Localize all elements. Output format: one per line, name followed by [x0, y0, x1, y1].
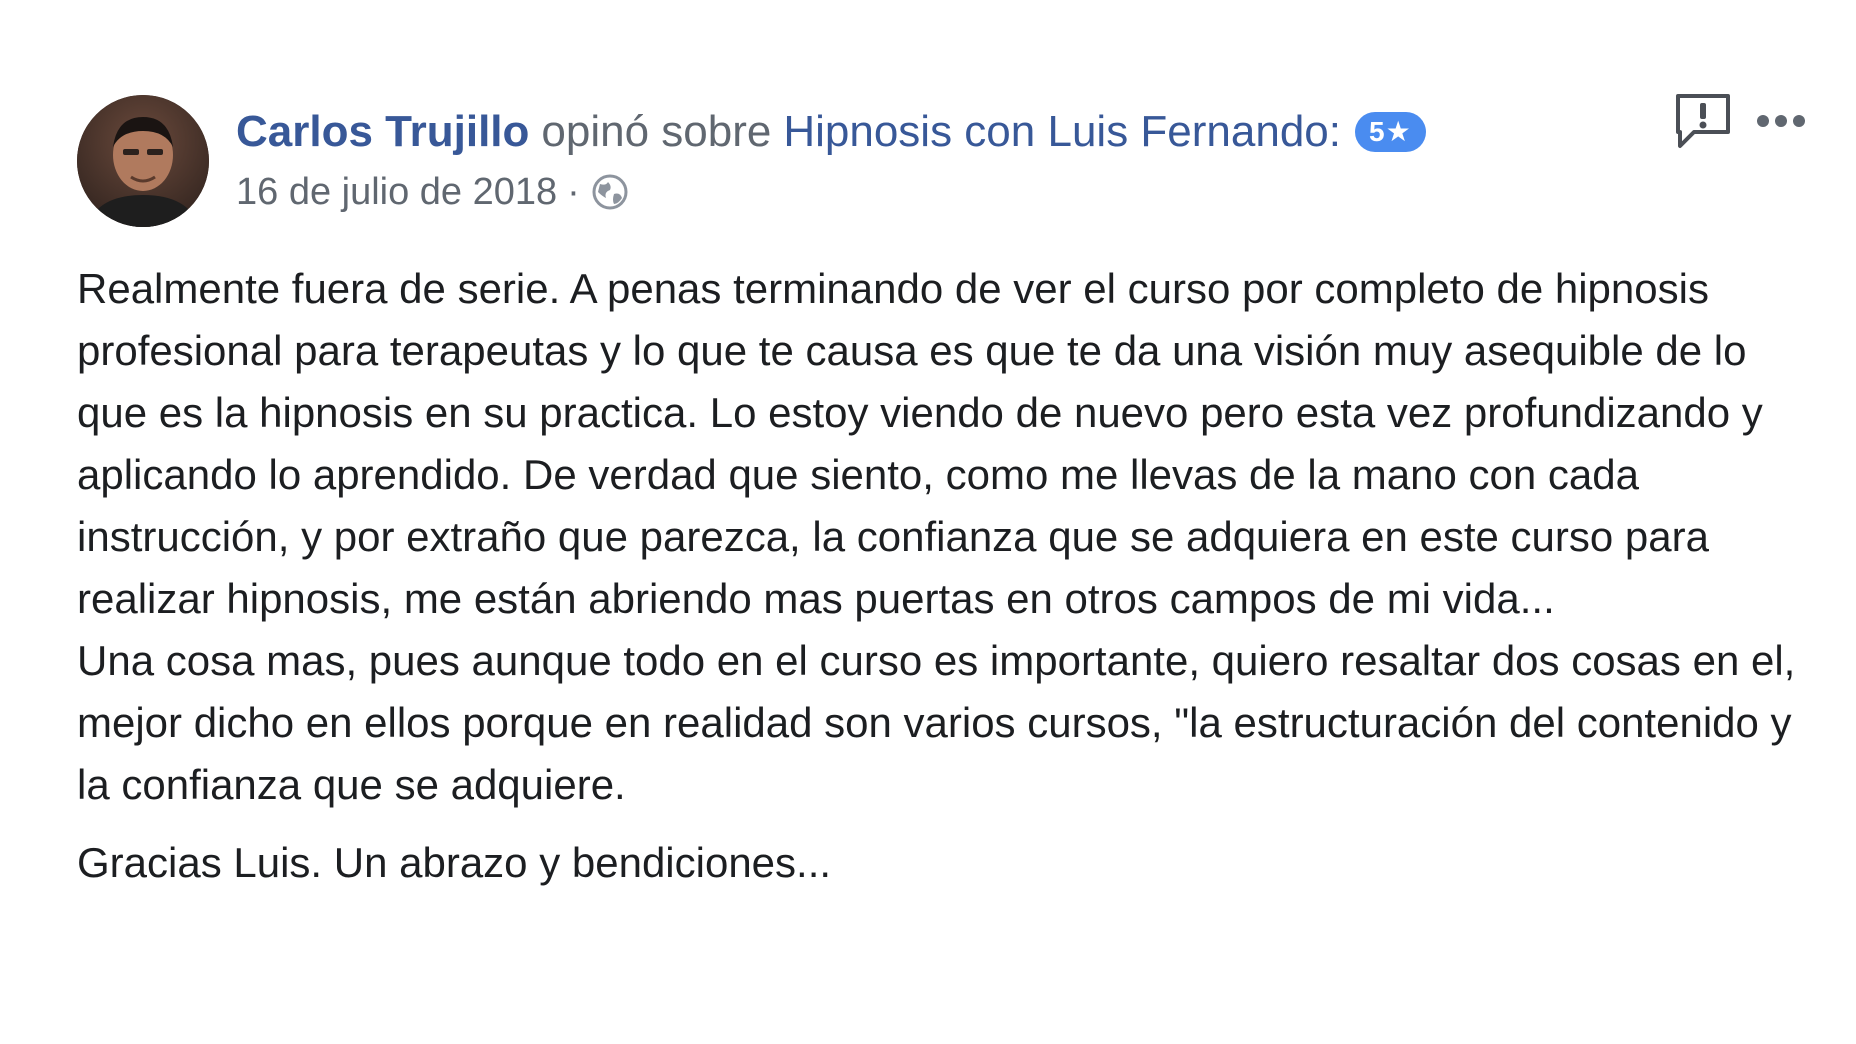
review-verb: opinó sobre — [541, 107, 772, 156]
review-body: Realmente fuera de serie. A penas termin… — [77, 258, 1797, 894]
review-card: Carlos Trujillo opinó sobre Hipnosis con… — [0, 0, 1856, 1044]
review-header: Carlos Trujillo opinó sobre Hipnosis con… — [236, 104, 1426, 160]
page-name-link[interactable]: Hipnosis con Luis Fernando: — [783, 104, 1341, 160]
review-paragraph-3: Gracias Luis. Un abrazo y bendiciones... — [77, 839, 832, 886]
globe-icon[interactable] — [590, 172, 630, 212]
review-paragraph-2: Una cosa mas, pues aunque todo en el cur… — [77, 637, 1796, 808]
report-icon[interactable] — [1672, 90, 1734, 152]
author-name-link[interactable]: Carlos Trujillo — [236, 104, 529, 160]
review-meta: 16 de julio de 2018 · — [236, 168, 630, 216]
meta-separator: · — [567, 171, 580, 213]
rating-badge: 5★ — [1355, 112, 1426, 152]
more-options-icon[interactable] — [1754, 108, 1808, 134]
review-date-link[interactable]: 16 de julio de 2018 — [236, 168, 557, 216]
avatar[interactable] — [77, 95, 209, 227]
review-paragraph-1: Realmente fuera de serie. A penas termin… — [77, 265, 1763, 622]
avatar-photo — [77, 95, 209, 227]
